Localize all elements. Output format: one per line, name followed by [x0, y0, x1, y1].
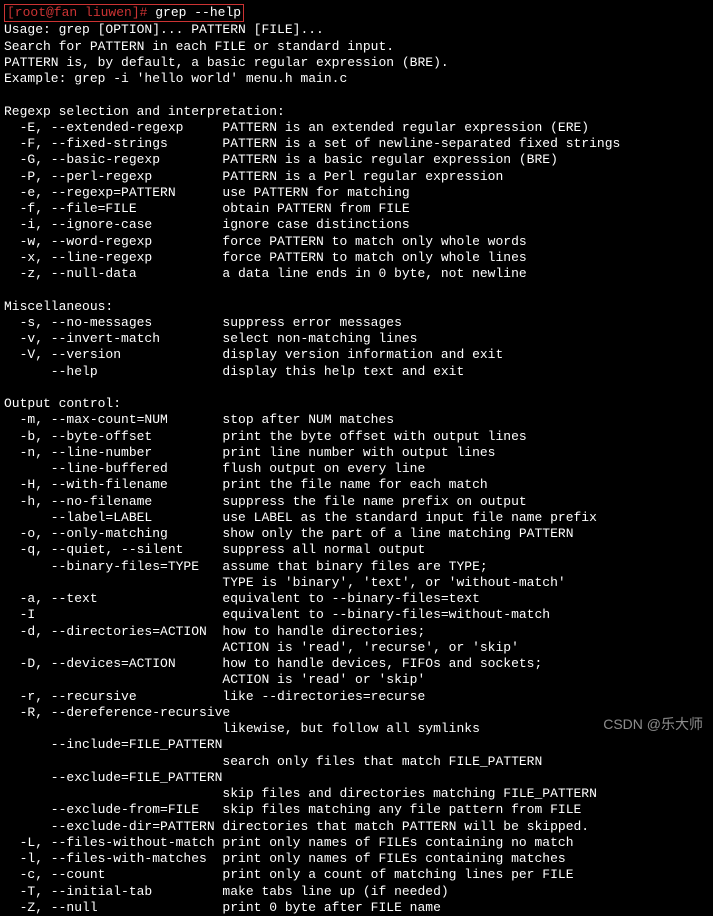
- option-line-2-16: ACTION is 'read' or 'skip': [4, 672, 709, 688]
- option-line-0-4: -e, --regexp=PATTERN use PATTERN for mat…: [4, 185, 709, 201]
- option-line-2-24: --exclude-from=FILE skip files matching …: [4, 802, 709, 818]
- option-line-0-3: -P, --perl-regexp PATTERN is a Perl regu…: [4, 169, 709, 185]
- option-line-2-30: -Z, --null print 0 byte after FILE name: [4, 900, 709, 916]
- option-line-2-8: -q, --quiet, --silent suppress all norma…: [4, 542, 709, 558]
- watermark-text: CSDN @乐大师: [603, 716, 703, 734]
- option-line-2-23: skip files and directories matching FILE…: [4, 786, 709, 802]
- option-line-1-2: -V, --version display version informatio…: [4, 347, 709, 363]
- prompt-highlight-box: [root@fan liuwen]# grep --help: [4, 4, 244, 22]
- option-line-1-0: -s, --no-messages suppress error message…: [4, 315, 709, 331]
- option-line-2-9: --binary-files=TYPE assume that binary f…: [4, 559, 709, 575]
- option-line-2-6: --label=LABEL use LABEL as the standard …: [4, 510, 709, 526]
- option-line-2-21: search only files that match FILE_PATTER…: [4, 754, 709, 770]
- intro-line-2: PATTERN is, by default, a basic regular …: [4, 55, 709, 71]
- option-line-1-1: -v, --invert-match select non-matching l…: [4, 331, 709, 347]
- option-line-2-0: -m, --max-count=NUM stop after NUM match…: [4, 412, 709, 428]
- blank-line: [4, 380, 709, 396]
- option-line-0-7: -w, --word-regexp force PATTERN to match…: [4, 234, 709, 250]
- section-title-0: Regexp selection and interpretation:: [4, 104, 709, 120]
- option-line-2-25: --exclude-dir=PATTERN directories that m…: [4, 819, 709, 835]
- intro-line-3: Example: grep -i 'hello world' menu.h ma…: [4, 71, 709, 87]
- option-line-2-13: -d, --directories=ACTION how to handle d…: [4, 624, 709, 640]
- option-line-2-17: -r, --recursive like --directories=recur…: [4, 689, 709, 705]
- option-line-2-12: -I equivalent to --binary-files=without-…: [4, 607, 709, 623]
- option-line-2-2: -n, --line-number print line number with…: [4, 445, 709, 461]
- option-line-0-2: -G, --basic-regexp PATTERN is a basic re…: [4, 152, 709, 168]
- option-line-0-8: -x, --line-regexp force PATTERN to match…: [4, 250, 709, 266]
- section-title-2: Output control:: [4, 396, 709, 412]
- option-line-0-6: -i, --ignore-case ignore case distinctio…: [4, 217, 709, 233]
- terminal-window[interactable]: [root@fan liuwen]# grep --helpUsage: gre…: [4, 4, 709, 916]
- prompt-user-host: [root@fan liuwen]#: [7, 5, 147, 20]
- option-line-2-26: -L, --files-without-match print only nam…: [4, 835, 709, 851]
- section-title-1: Miscellaneous:: [4, 299, 709, 315]
- blank-line: [4, 282, 709, 298]
- option-line-0-0: -E, --extended-regexp PATTERN is an exte…: [4, 120, 709, 136]
- option-line-2-28: -c, --count print only a count of matchi…: [4, 867, 709, 883]
- option-line-2-15: -D, --devices=ACTION how to handle devic…: [4, 656, 709, 672]
- option-line-2-1: -b, --byte-offset print the byte offset …: [4, 429, 709, 445]
- blank-line: [4, 87, 709, 103]
- option-line-2-27: -l, --files-with-matches print only name…: [4, 851, 709, 867]
- option-line-2-29: -T, --initial-tab make tabs line up (if …: [4, 884, 709, 900]
- option-line-2-7: -o, --only-matching show only the part o…: [4, 526, 709, 542]
- prompt-line: [root@fan liuwen]# grep --help: [4, 4, 709, 22]
- option-line-2-20: --include=FILE_PATTERN: [4, 737, 709, 753]
- option-line-2-11: -a, --text equivalent to --binary-files=…: [4, 591, 709, 607]
- option-line-0-9: -z, --null-data a data line ends in 0 by…: [4, 266, 709, 282]
- option-line-2-22: --exclude=FILE_PATTERN: [4, 770, 709, 786]
- option-line-2-3: --line-buffered flush output on every li…: [4, 461, 709, 477]
- option-line-2-14: ACTION is 'read', 'recurse', or 'skip': [4, 640, 709, 656]
- option-line-0-1: -F, --fixed-strings PATTERN is a set of …: [4, 136, 709, 152]
- option-line-2-5: -h, --no-filename suppress the file name…: [4, 494, 709, 510]
- option-line-0-5: -f, --file=FILE obtain PATTERN from FILE: [4, 201, 709, 217]
- option-line-2-10: TYPE is 'binary', 'text', or 'without-ma…: [4, 575, 709, 591]
- option-line-2-4: -H, --with-filename print the file name …: [4, 477, 709, 493]
- intro-line-0: Usage: grep [OPTION]... PATTERN [FILE]..…: [4, 22, 709, 38]
- prompt-command[interactable]: grep --help: [155, 5, 241, 20]
- option-line-1-3: --help display this help text and exit: [4, 364, 709, 380]
- intro-line-1: Search for PATTERN in each FILE or stand…: [4, 39, 709, 55]
